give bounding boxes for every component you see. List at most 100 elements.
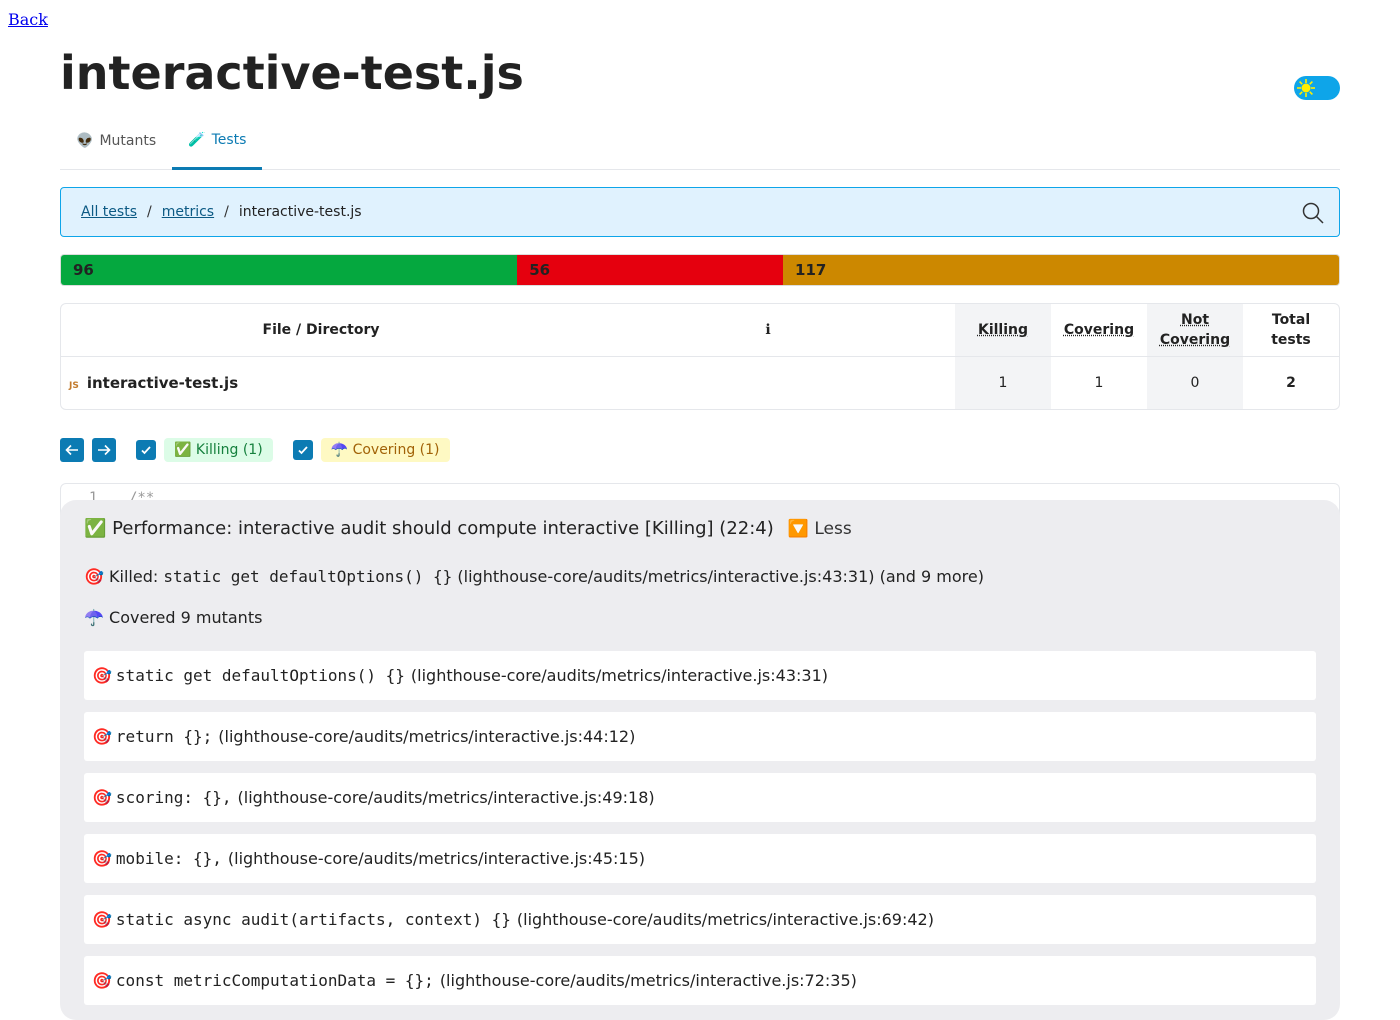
mutant-location: (lighthouse-core/audits/metrics/interact… (218, 727, 636, 746)
mutant-item[interactable]: 🎯 scoring: {}, (lighthouse-core/audits/m… (84, 773, 1316, 822)
total-tests-count: 2 (1286, 375, 1296, 391)
next-button[interactable] (92, 438, 116, 462)
javascript-file-icon: JS (69, 381, 79, 391)
back-link[interactable]: Back (8, 10, 48, 29)
previous-button[interactable] (60, 438, 84, 462)
progress-segment-label: 96 (73, 261, 94, 279)
mutant-item[interactable]: 🎯 const metricComputationData = {}; (lig… (84, 956, 1316, 1005)
progress-segment-survived: 56 (517, 255, 784, 285)
header-killing: Killing (955, 304, 1051, 357)
file-link[interactable]: interactive-test.js (87, 374, 238, 392)
table-row: JS interactive-test.js 1 1 0 2 (61, 357, 1339, 409)
header-not-covering-label: Covering (1159, 332, 1231, 348)
killing-checkbox[interactable] (136, 440, 156, 460)
page-title: interactive-test.js (60, 46, 524, 100)
header-killing-label: Killing (977, 322, 1029, 338)
covering-checkbox[interactable] (292, 440, 313, 460)
killing-count: 1 (955, 357, 1051, 409)
check-mark-icon: ✅ (174, 442, 192, 458)
mutant-list: 🎯 static get defaultOptions() {} (lighth… (84, 651, 1316, 1005)
header-covering-label: Covering (1063, 322, 1135, 338)
search-icon[interactable] (1301, 201, 1325, 225)
mutant-code: const metricComputationData = {}; (115, 971, 434, 990)
mutant-item[interactable]: 🎯 mobile: {}, (lighthouse-core/audits/me… (84, 834, 1316, 883)
summary-table: File / Directory ℹ Killing Covering Not C… (60, 303, 1340, 410)
target-icon: 🎯 (84, 567, 104, 586)
header-total-label: Total (1271, 312, 1311, 328)
tab-tests-label: Tests (211, 131, 247, 148)
target-icon: 🎯 (92, 788, 112, 807)
covering-filter-label: Covering (1) (352, 442, 440, 458)
mutant-item[interactable]: 🎯 static get defaultOptions() {} (lighth… (84, 651, 1316, 700)
mutant-location: (lighthouse-core/audits/metrics/interact… (237, 788, 655, 807)
killed-location: (lighthouse-core/audits/metrics/interact… (457, 567, 984, 586)
header-not-covering-label: Not (1180, 312, 1210, 328)
theme-toggle[interactable] (1294, 76, 1340, 100)
arrow-right-icon (98, 444, 111, 456)
popup-title-text: Performance: interactive audit should co… (112, 518, 774, 539)
target-icon: 🎯 (92, 971, 112, 990)
test-detail-popup: ✅ Performance: interactive audit should … (60, 500, 1340, 1020)
not-covering-count: 0 (1147, 357, 1243, 409)
mutant-location: (lighthouse-core/audits/metrics/interact… (410, 666, 828, 685)
arrow-left-icon (65, 444, 78, 456)
mutant-item[interactable]: 🎯 static async audit(artifacts, context)… (84, 895, 1316, 944)
mutant-code: return {}; (115, 727, 213, 746)
killing-filter-chip[interactable]: ✅ Killing (1) (164, 438, 273, 462)
killed-summary: 🎯 Killed: static get defaultOptions() {}… (84, 567, 1316, 586)
covered-label: Covered 9 mutants (109, 608, 263, 627)
umbrella-icon: ☂️ (84, 608, 104, 627)
killed-prefix: Killed: (109, 567, 159, 586)
umbrella-icon: ☂️ (330, 442, 349, 458)
less-button[interactable]: 🔽 Less (788, 519, 852, 539)
mutant-location: (lighthouse-core/audits/metrics/interact… (439, 971, 857, 990)
tab-mutants[interactable]: 👽 Mutants (60, 116, 172, 170)
test-tube-icon: 🧪 (188, 131, 206, 148)
covering-count: 1 (1094, 375, 1104, 391)
checkmark-icon (298, 446, 308, 455)
target-icon: 🎯 (92, 727, 112, 746)
header-total: Total tests (1243, 304, 1339, 357)
covering-filter-chip[interactable]: ☂️ Covering (1) (320, 438, 450, 462)
header-file: File / Directory (61, 304, 581, 357)
breadcrumb-separator: / (224, 204, 229, 220)
progress-bar: 96 56 117 (60, 254, 1340, 286)
mutant-code: static get defaultOptions() {} (115, 666, 405, 685)
killed-code: static get defaultOptions() {} (163, 567, 453, 586)
filter-controls: ✅ Killing (1) ☂️ Covering (1) (60, 437, 1340, 463)
mutant-item[interactable]: 🎯 return {}; (lighthouse-core/audits/met… (84, 712, 1316, 761)
tab-mutants-label: Mutants (99, 133, 157, 149)
progress-segment-other: 117 (783, 255, 1339, 285)
covered-summary: ☂️ Covered 9 mutants (84, 608, 1316, 627)
breadcrumb: All tests / metrics / interactive-test.j… (60, 187, 1340, 237)
target-icon: 🎯 (92, 849, 112, 868)
mutant-code: static async audit(artifacts, context) {… (115, 910, 511, 929)
alien-icon: 👽 (76, 133, 94, 149)
target-icon: 🎯 (92, 666, 112, 685)
less-label: Less (814, 518, 852, 539)
mutant-location: (lighthouse-core/audits/metrics/interact… (227, 849, 645, 868)
header-covering: Covering (1051, 304, 1147, 357)
target-icon: 🎯 (92, 910, 112, 929)
header-not-covering: Not Covering (1147, 304, 1243, 357)
tab-tests[interactable]: 🧪 Tests (172, 116, 263, 170)
progress-segment-killed: 96 (61, 255, 518, 285)
progress-segment-label: 117 (795, 261, 827, 279)
mutant-location: (lighthouse-core/audits/metrics/interact… (516, 910, 934, 929)
collapse-icon: 🔽 (787, 518, 809, 539)
progress-segment-label: 56 (529, 261, 551, 279)
title-row: interactive-test.js (60, 40, 1340, 112)
mutant-code: scoring: {}, (115, 788, 232, 807)
breadcrumb-current: interactive-test.js (238, 204, 362, 220)
check-mark-icon: ✅ (84, 518, 107, 539)
checkmark-icon (141, 446, 151, 455)
breadcrumb-all-tests[interactable]: All tests (81, 204, 137, 220)
popup-title: ✅ Performance: interactive audit should … (84, 518, 1316, 539)
sun-icon (1297, 79, 1315, 97)
tab-bar: 👽 Mutants 🧪 Tests (60, 116, 1340, 170)
breadcrumb-metrics[interactable]: metrics (162, 204, 214, 220)
breadcrumb-separator: / (147, 204, 152, 220)
killing-filter-label: Killing (1) (195, 442, 263, 458)
info-icon: ℹ (581, 304, 955, 357)
file-cell: JS interactive-test.js (61, 357, 955, 409)
